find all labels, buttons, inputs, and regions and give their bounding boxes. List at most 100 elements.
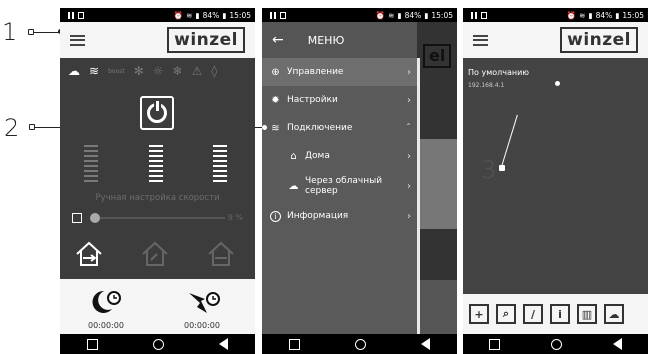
- speed-bars-mid[interactable]: [149, 145, 163, 185]
- house-inflow-icon[interactable]: [140, 240, 170, 268]
- menu-item-connection[interactable]: ≋ Подключение ˆ: [262, 114, 417, 142]
- home-icon[interactable]: [550, 338, 562, 350]
- night-mode-icon[interactable]: [90, 289, 124, 315]
- winzel-logo: winzel: [560, 27, 638, 53]
- fan-icon: ✻: [133, 64, 144, 78]
- device-toolbar: + ⌕ ∕ i ▥ ☁: [463, 294, 648, 334]
- battery-icon: ▮: [222, 10, 227, 20]
- manual-speed-checkbox[interactable]: [72, 213, 82, 223]
- status-bar: ⏰ ≋ ▮ 84% ▮ 15:05: [262, 8, 457, 22]
- back-icon[interactable]: [613, 338, 623, 350]
- clock: 15:05: [229, 10, 251, 20]
- signal-icon: ▮: [397, 10, 402, 20]
- callout-1: 1: [2, 18, 18, 46]
- battery-icon: ▮: [615, 10, 620, 20]
- status-bar: ⏰ ≋ ▮ 84% ▮ 15:05: [60, 8, 255, 22]
- menu-item-info[interactable]: i Информация ›: [262, 202, 417, 230]
- callout-2: 2: [4, 114, 20, 142]
- add-icon[interactable]: +: [469, 304, 489, 324]
- house-mode-icon[interactable]: [74, 240, 104, 268]
- wifi-icon: ≋: [388, 10, 395, 20]
- pause-icon: [68, 11, 74, 19]
- hamburger-menu-icon[interactable]: [70, 34, 85, 46]
- menu-item-control[interactable]: ⊕ Управление ›: [262, 58, 417, 86]
- menu-item-label: Подключение: [287, 123, 353, 133]
- speed-bars-low[interactable]: [84, 145, 98, 185]
- signal-icon: ▮: [588, 10, 593, 20]
- manual-speed-label: Ручная настройка скорости: [95, 193, 220, 203]
- android-nav-bar: [262, 334, 457, 354]
- chevron-right-icon: ›: [407, 210, 411, 222]
- navigation-drawer: ⊕ Управление › ✹ Настройки › ≋ Подключение ˆ ⌂…: [262, 58, 417, 334]
- turbo-mode-icon[interactable]: [187, 289, 223, 315]
- edit-icon[interactable]: ∕: [523, 304, 543, 324]
- speed-slider-knob[interactable]: [90, 213, 100, 223]
- chevron-right-icon: ›: [407, 150, 411, 162]
- home-icon[interactable]: [152, 338, 164, 350]
- device-ip: 192.168.4.1: [468, 82, 505, 89]
- back-icon[interactable]: [420, 338, 430, 350]
- phone-3-devices-screen: ⏰ ≋ ▮ 84% ▮ 15:05 winzel По умолчанию 192.168…: [463, 8, 648, 354]
- cloud-icon[interactable]: ☁: [604, 304, 624, 324]
- alarm-icon: ⏰: [173, 10, 184, 20]
- menu-item-label: Информация: [287, 211, 349, 221]
- callout-3: 3: [481, 156, 497, 184]
- menu-item-label: Дома: [305, 151, 330, 161]
- house-outflow-icon[interactable]: [206, 240, 236, 268]
- cloud-icon: ☁: [68, 64, 80, 78]
- wifi-icon: ≋: [271, 122, 280, 134]
- wifi-icon: ≋: [579, 10, 586, 20]
- callout-3-marker: [499, 165, 505, 171]
- callout-1-line: [30, 32, 60, 33]
- clock: 15:05: [431, 10, 453, 20]
- power-button[interactable]: [140, 96, 174, 130]
- recents-icon[interactable]: [289, 338, 301, 350]
- app-bar: winzel: [463, 22, 648, 58]
- search-icon[interactable]: ⌕: [496, 304, 516, 324]
- dimmed-background: el: [417, 22, 457, 340]
- delete-icon[interactable]: ▥: [577, 304, 597, 324]
- info-icon[interactable]: i: [550, 304, 570, 324]
- menu-item-settings[interactable]: ✹ Настройки ›: [262, 86, 417, 114]
- alarm-icon: ⏰: [566, 10, 577, 20]
- hamburger-menu-icon[interactable]: [473, 34, 488, 46]
- back-icon[interactable]: [218, 338, 228, 350]
- recents-icon[interactable]: [87, 338, 99, 350]
- menu-item-cloud[interactable]: ☁ Через облачный сервер ›: [262, 170, 417, 202]
- phone-1-control-screen: ⏰ ≋ ▮ 84% ▮ 15:05 winzel ☁ ≋ boost ✻ ☼ ❄ ⚠ ◊ …: [60, 8, 255, 354]
- speed-bars-high[interactable]: [213, 145, 227, 185]
- phone-2-menu-screen: ⏰ ≋ ▮ 84% ▮ 15:05 el ← МЕНЮ ⊕ Управление › ✹ Нас…: [262, 8, 457, 354]
- menu-item-home[interactable]: ⌂ Дома ›: [262, 142, 417, 170]
- gear-icon: ✹: [271, 94, 280, 106]
- home-icon[interactable]: [354, 338, 366, 350]
- chevron-right-icon: ›: [407, 180, 411, 192]
- cloud-icon: ☁: [288, 180, 299, 192]
- pause-icon: [270, 11, 276, 19]
- back-arrow-icon[interactable]: ←: [272, 32, 284, 48]
- turbo-timer: 00:00:00: [184, 321, 220, 330]
- android-nav-bar: [60, 334, 255, 354]
- battery-icon: ▮: [424, 10, 429, 20]
- chevron-right-icon: ›: [407, 66, 411, 78]
- menu-item-label: Через облачный сервер: [305, 176, 383, 196]
- timers-panel: 00:00:00 00:00:00: [60, 279, 255, 334]
- drawer-edge: [417, 58, 420, 334]
- menu-item-label: Настройки: [287, 95, 338, 105]
- image-icon: [280, 11, 286, 19]
- wifi-icon: ≋: [186, 10, 193, 20]
- night-timer: 00:00:00: [88, 321, 124, 330]
- signal-icon: ▮: [195, 10, 200, 20]
- chevron-up-icon: ˆ: [406, 122, 411, 134]
- clock: 15:05: [622, 10, 644, 20]
- android-nav-bar: [463, 334, 648, 354]
- battery-text: 84%: [404, 10, 422, 20]
- cool-icon: ❄: [172, 64, 183, 78]
- boost-label: boost: [108, 67, 125, 75]
- recents-icon[interactable]: [488, 338, 500, 350]
- power-icon: [147, 101, 167, 123]
- callout-1-marker: [28, 29, 34, 35]
- device-name[interactable]: По умолчанию: [468, 68, 529, 77]
- warning-icon: ⚠: [191, 64, 203, 78]
- speed-slider-track[interactable]: [95, 217, 225, 219]
- speed-percent: 9 %: [227, 213, 243, 222]
